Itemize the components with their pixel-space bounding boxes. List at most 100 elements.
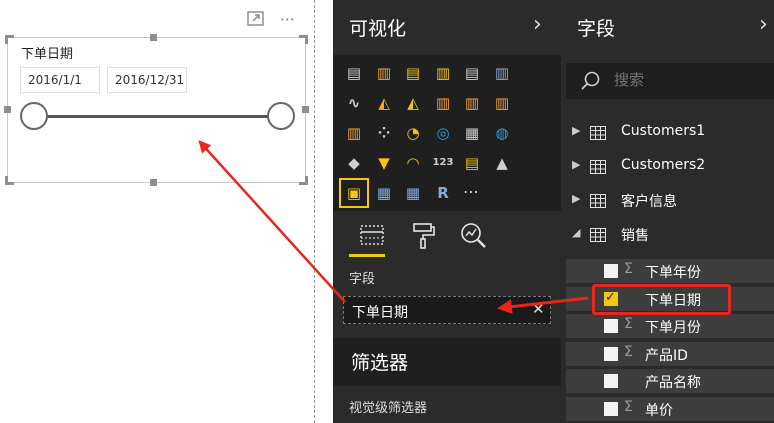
table-name: 客户信息 [621, 194, 677, 210]
field-checkbox[interactable] [604, 264, 618, 278]
table-icon [590, 160, 606, 174]
search-icon [581, 71, 600, 90]
fields-tab[interactable] [355, 217, 391, 253]
well-field-chip[interactable]: 下单日期 ✕ [343, 296, 551, 324]
resize-corner-tl[interactable] [5, 35, 14, 44]
scatter-chart-glyph: ⁘ [377, 124, 391, 142]
fields-search-box[interactable] [566, 63, 774, 99]
100-stacked-bar-chart-icon[interactable]: ▤ [459, 60, 485, 86]
report-canvas: ⋯ 下单日期 2016/1/1 2016/12/31 [0, 0, 333, 423]
scatter-chart-icon[interactable]: ⁘ [371, 120, 397, 146]
line-and-stacked-column-chart-icon[interactable]: ▥ [430, 90, 456, 116]
expand-arrow-icon[interactable]: ▶ [572, 158, 580, 171]
expand-arrow-icon[interactable]: ▶ [572, 124, 580, 137]
clustered-column-chart-icon[interactable]: ▥ [430, 60, 456, 86]
treemap-icon[interactable]: ▦ [459, 120, 485, 146]
range-start-handle[interactable] [20, 102, 48, 130]
gauge-icon[interactable]: ◠ [400, 150, 426, 176]
field-checkbox[interactable] [604, 374, 618, 388]
table-name: Customers1 [621, 123, 706, 139]
multi-row-card-icon[interactable]: ▤ [459, 150, 485, 176]
resize-handle-bottom[interactable] [150, 179, 157, 186]
field-checkbox[interactable] [604, 319, 618, 333]
fields-header: 字段 › [561, 0, 774, 55]
field-row[interactable]: Σ 单价 [566, 396, 774, 421]
filled-map-glyph: ◆ [348, 154, 360, 172]
search-input[interactable] [614, 71, 764, 89]
analytics-magnifier-icon [461, 223, 486, 248]
fields-title: 字段 [577, 18, 616, 40]
field-row[interactable]: Σ 下单年份 [566, 259, 774, 283]
field-checkbox[interactable] [604, 401, 618, 416]
r-script-visual-icon[interactable]: R [430, 180, 456, 206]
range-end-handle[interactable] [267, 102, 295, 130]
area-chart-icon[interactable]: ◭ [371, 90, 397, 116]
table-icon [590, 228, 606, 242]
matrix-icon[interactable]: ▦ [400, 180, 426, 206]
range-track[interactable] [35, 115, 282, 118]
visual-level-filters[interactable]: 视觉级筛选器 [333, 386, 561, 423]
collapse-fields-icon[interactable]: › [759, 12, 768, 37]
field-row[interactable]: Σ 下单月份 [566, 314, 774, 338]
sigma-icon: Σ [624, 343, 633, 360]
clustered-bar-chart-icon[interactable]: ▤ [400, 60, 426, 86]
100-stacked-column-chart-icon[interactable]: ▥ [489, 60, 515, 86]
stacked-area-chart-icon[interactable]: ◭ [400, 90, 426, 116]
card-glyph: 123 [432, 157, 454, 168]
start-date-input[interactable]: 2016/1/1 [20, 67, 100, 93]
filled-map-icon[interactable]: ◆ [341, 150, 367, 176]
kpi-icon[interactable]: ▲ [489, 150, 515, 176]
stacked-bar-chart-icon[interactable]: ▤ [341, 60, 367, 86]
table-row[interactable]: ◢ 销售 [561, 220, 774, 250]
end-date-input[interactable]: 2016/12/31 [107, 67, 187, 93]
ribbon-chart-glyph: ▥ [494, 94, 510, 112]
table-icon[interactable]: ▦ [371, 180, 397, 206]
resize-corner-bl[interactable] [5, 176, 14, 185]
resize-handle-top[interactable] [150, 34, 157, 41]
fields-well-label: 字段 [349, 272, 376, 287]
map-icon[interactable]: ◍ [489, 120, 515, 146]
focus-mode-icon[interactable] [246, 10, 266, 28]
remove-field-icon[interactable]: ✕ [532, 300, 545, 318]
clustered-bar-chart-glyph: ▤ [405, 64, 421, 82]
resize-corner-tr[interactable] [299, 35, 308, 44]
collapse-arrow-icon[interactable]: ◢ [572, 226, 580, 239]
ribbon-chart-icon[interactable]: ▥ [489, 90, 515, 116]
multi-row-card-glyph: ▤ [464, 154, 480, 172]
resize-corner-br[interactable] [299, 176, 308, 185]
pie-chart-icon[interactable]: ◔ [400, 120, 426, 146]
collapse-visualizations-icon[interactable]: › [533, 12, 542, 37]
more-visuals-icon[interactable]: ⋯ [463, 182, 480, 201]
table-row[interactable]: ▶ 客户信息 [561, 186, 774, 216]
field-row[interactable]: 产品名称 [566, 369, 774, 393]
date-range-slicer[interactable]: 下单日期 2016/1/1 2016/12/31 [4, 34, 309, 186]
table-row[interactable]: ▶ Customers1 [561, 118, 774, 148]
funnel-icon[interactable]: ▼ [371, 150, 397, 176]
line-and-clustered-column-chart-icon[interactable]: ▥ [459, 90, 485, 116]
resize-handle-right[interactable] [302, 106, 309, 113]
analytics-tab[interactable] [455, 217, 491, 253]
donut-chart-icon[interactable]: ◎ [430, 120, 456, 146]
sigma-icon: Σ [624, 398, 633, 415]
field-checkbox[interactable] [604, 346, 618, 361]
filters-title: 筛选器 [351, 352, 409, 374]
resize-handle-left[interactable] [4, 106, 11, 113]
field-row[interactable]: Σ 产品ID [566, 341, 774, 366]
stacked-bar-chart-glyph: ▤ [346, 64, 362, 82]
stacked-column-chart-glyph: ▥ [376, 64, 392, 82]
expand-arrow-icon[interactable]: ▶ [572, 192, 580, 205]
donut-chart-glyph: ◎ [436, 124, 450, 142]
table-row[interactable]: ▶ Customers2 [561, 152, 774, 182]
slicer-icon[interactable]: ▣ [339, 178, 369, 208]
more-options-icon[interactable]: ⋯ [280, 10, 302, 28]
waterfall-chart-icon[interactable]: ▥ [341, 120, 367, 146]
line-chart-glyph: ∿ [347, 94, 361, 112]
sigma-icon: Σ [624, 261, 633, 277]
matrix-glyph: ▦ [405, 184, 421, 202]
card-icon[interactable]: 123 [430, 150, 456, 176]
area-chart-glyph: ◭ [378, 94, 390, 112]
format-tab[interactable] [405, 217, 441, 253]
stacked-column-chart-icon[interactable]: ▥ [371, 60, 397, 86]
line-chart-icon[interactable]: ∿ [341, 90, 367, 116]
gauge-glyph: ◠ [407, 154, 419, 172]
